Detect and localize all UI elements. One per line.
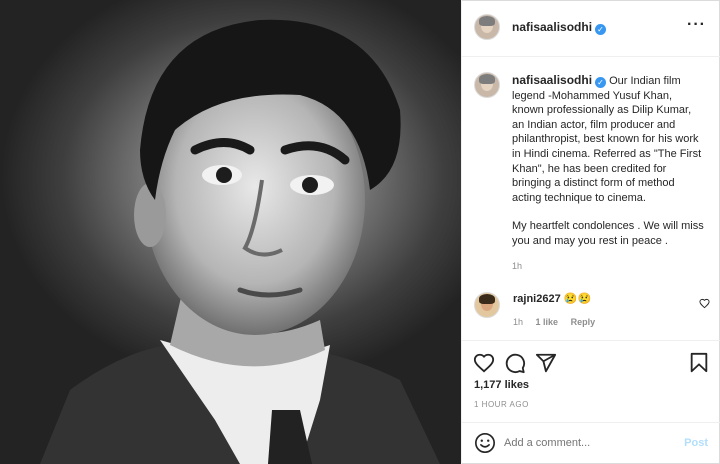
- post-side-panel: nafisaalisodhi ✓ ··· nafisaalisodhi ✓ Our …: [461, 0, 720, 464]
- comment-item: rajni2627 😢😢 1h 1 like Reply: [474, 290, 714, 335]
- header-user: nafisaalisodhi ✓: [512, 20, 607, 35]
- portrait-illustration: [0, 0, 461, 464]
- save-bookmark-icon[interactable]: [688, 352, 710, 377]
- caption-time[interactable]: 1h: [512, 259, 704, 274]
- comment-bubble-icon[interactable]: [504, 352, 526, 377]
- verified-badge-icon: ✓: [595, 24, 607, 35]
- share-paper-plane-icon[interactable]: [535, 352, 557, 377]
- header-username[interactable]: nafisaalisodhi: [512, 20, 592, 34]
- commenter-avatar[interactable]: [474, 292, 500, 318]
- caption-text-1: Our Indian film legend -Mohammed Yusuf K…: [512, 75, 702, 204]
- comment-time[interactable]: 1h: [513, 317, 523, 327]
- more-options-icon[interactable]: ···: [687, 16, 706, 34]
- post-header: nafisaalisodhi ✓ ···: [462, 0, 720, 57]
- likes-count[interactable]: 1,177 likes: [474, 379, 529, 391]
- caption-avatar[interactable]: [474, 72, 500, 98]
- comment-reply-button[interactable]: Reply: [571, 317, 596, 327]
- comment-meta: 1h 1 like Reply: [513, 317, 605, 327]
- post-timestamp[interactable]: 1 HOUR AGO: [474, 400, 529, 409]
- author-avatar[interactable]: [474, 14, 500, 40]
- post-comment-button[interactable]: Post: [684, 437, 708, 449]
- comment-text: 😢😢: [563, 293, 592, 305]
- post-photo[interactable]: [0, 0, 461, 464]
- add-comment-input[interactable]: [504, 433, 674, 453]
- comment-like-heart-icon[interactable]: [699, 298, 710, 312]
- like-heart-icon[interactable]: [473, 352, 495, 377]
- add-comment-bar: Post: [462, 422, 720, 464]
- caption-username[interactable]: nafisaalisodhi: [512, 73, 592, 87]
- caption-text-2: My heartfelt condolences . We will miss …: [512, 220, 704, 247]
- post-actions: 1,177 likes 1 HOUR AGO: [462, 340, 720, 422]
- comment-likes[interactable]: 1 like: [536, 317, 559, 327]
- emoji-smiley-icon[interactable]: [474, 432, 496, 457]
- post-caption: nafisaalisodhi ✓ Our Indian film legend -…: [512, 73, 704, 273]
- caption-verified-badge-icon: ✓: [595, 77, 607, 88]
- commenter-username[interactable]: rajni2627: [513, 293, 561, 305]
